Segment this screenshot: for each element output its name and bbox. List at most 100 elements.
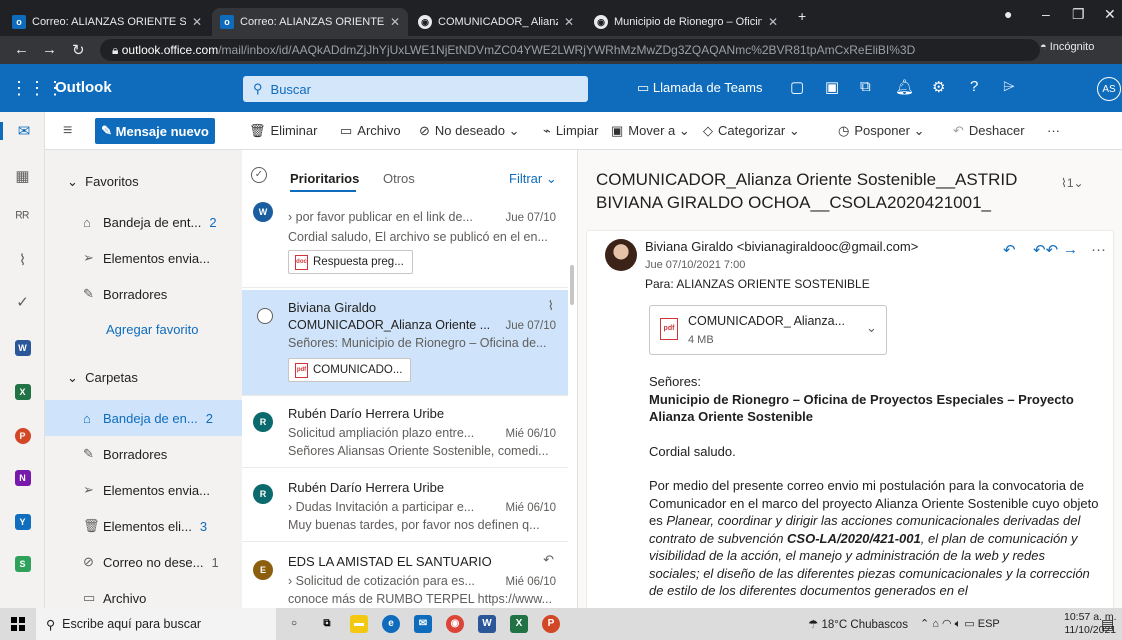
attachment-chip[interactable]: doc Respuesta preg... [288,250,413,274]
mail-icon[interactable]: ✉ [0,122,45,140]
edge-icon[interactable]: e [382,615,400,633]
close-window-icon[interactable]: ✕ [1104,6,1116,23]
gear-icon[interactable]: ⚙ [932,78,945,96]
powerpoint-icon[interactable]: P [0,426,45,444]
notifications-icon[interactable]: ▤ [1101,616,1114,633]
close-tab-icon[interactable]: ✕ [192,15,202,29]
chrome-icon[interactable]: ◉ [446,615,464,633]
reading-pane: COMUNICADOR_Alianza Oriente Sostenible__… [578,150,1122,608]
snooze-button[interactable]: ◷ Posponer ⌄ [838,123,925,139]
categorize-button[interactable]: ◇ Categorizar ⌄ [703,123,800,139]
more-options-icon[interactable]: ··· [1047,123,1060,138]
chevron-down-icon[interactable]: ⌄ [866,320,877,336]
app-brand[interactable]: Outlook [55,79,112,96]
teams-call-button[interactable]: ▭ Llamada de Teams [637,80,763,96]
list-item[interactable]: R Rubén Darío Herrera Uribe › Dudas Invi… [242,470,568,542]
delete-button[interactable]: 🗑︎ Eliminar [249,123,317,139]
avatar[interactable]: AS [1097,77,1121,101]
tab-other[interactable]: Otros [383,171,415,186]
sender-address[interactable]: Biviana Giraldo <bivianagiraldooc@gmail.… [645,239,918,254]
move-to-button[interactable]: ▣ Mover a ⌄ [611,123,690,139]
favorite-drafts[interactable]: ✎ Borradores [45,276,242,312]
attachment-card[interactable]: pdf COMUNICADOR_ Alianza... 4 MB ⌄ [649,305,887,355]
list-item-selected[interactable]: Biviana Giraldo ⌇ COMUNICADOR_Alianza Or… [242,290,568,396]
folder-drafts[interactable]: ✎ Borradores [45,436,242,472]
add-favorite-link[interactable]: Agregar favorito [45,311,242,347]
sweep-button[interactable]: ⌁ Limpiar [543,123,598,139]
more-actions-icon[interactable]: ··· [1091,241,1106,258]
list-item[interactable]: E EDS LA AMISTAD EL SANTUARIO ↶ › Solici… [242,544,568,608]
my-day-icon[interactable]: ▢ [790,78,804,96]
close-tab-icon[interactable]: ✕ [564,15,574,29]
new-tab-icon[interactable]: + [798,8,806,24]
cortana-icon[interactable]: ○ [285,615,303,633]
back-icon[interactable]: ← [14,41,29,58]
sway-icon[interactable]: S [0,554,45,572]
onenote-icon[interactable]: N [0,468,45,486]
system-tray[interactable]: ⌃ ⌂ ◠ 🔈︎ ▭ ESP [920,617,1000,631]
list-item[interactable]: W › por favor publicar en el link de... … [242,190,568,288]
browser-tab[interactable]: ◉ COMUNICADOR_ Alianza Oriente ✕ [410,8,582,36]
search-input[interactable]: ⚲ Buscar [243,76,588,102]
favorites-header[interactable]: ⌄ Favoritos [67,174,139,190]
sender-photo[interactable] [605,239,637,271]
word-icon[interactable]: W [478,615,496,633]
folder-deleted-items[interactable]: 🗑︎ Elementos eli... 3 [45,508,242,544]
incognito-badge[interactable]: ◓ Incógnito [1040,41,1094,53]
profile-icon[interactable]: ● [1004,6,1012,22]
junk-button[interactable]: ⊘ No deseado ⌄ [419,123,520,139]
scrollbar[interactable] [569,190,575,608]
people-icon[interactable]: ᴿᴿ [0,209,45,226]
attachment-files-icon[interactable]: ⌇ [0,251,45,269]
forward-icon[interactable]: → [1063,241,1078,258]
todo-icon[interactable]: ✓ [0,293,45,311]
select-checkbox[interactable] [257,308,273,324]
help-icon[interactable]: ? [970,78,978,95]
select-all-checkbox[interactable]: ✓ [251,167,267,183]
forward-icon[interactable]: → [42,41,57,58]
filter-button[interactable]: Filtrar ⌄ [509,171,557,187]
scrollbar-thumb[interactable] [570,265,574,305]
undo-button[interactable]: ↶ Deshacer [953,123,1025,139]
tab-focused[interactable]: Prioritarios [290,171,359,192]
list-item[interactable]: R Rubén Darío Herrera Uribe Solicitud am… [242,398,568,468]
feedback-icon[interactable]: ⌲ [1003,78,1015,95]
hamburger-menu-icon[interactable]: ≡ [63,122,72,140]
url-field[interactable]: 🔒︎ outlook.office.com/mail/inbox/id/AAQk… [100,39,1040,61]
browser-tab[interactable]: o Correo: ALIANZAS ORIENTE SOS ✕ [4,8,210,36]
bell-icon[interactable]: 🔔︎ [895,78,914,96]
folders-header[interactable]: ⌄ Carpetas [67,370,138,386]
yammer-icon[interactable]: Y [0,512,45,530]
close-tab-icon[interactable]: ✕ [768,15,778,29]
taskbar-search[interactable]: ⚲ Escribe aquí para buscar [36,608,276,640]
powerpoint-icon[interactable]: P [542,615,560,633]
file-explorer-icon[interactable]: ▬ [350,615,368,633]
new-message-button[interactable]: ✎ Mensaje nuevo [95,118,215,144]
mail-app-icon[interactable]: ✉ [414,615,432,633]
minimize-icon[interactable]: – [1042,6,1050,22]
favorite-inbox[interactable]: ⌂ Bandeja de ent... 2 [45,204,242,240]
browser-tab[interactable]: ◉ Municipio de Rionegro – Oficina ✕ [586,8,786,36]
excel-icon[interactable]: X [510,615,528,633]
reload-icon[interactable]: ↻ [72,41,85,59]
attachment-chip[interactable]: pdf COMUNICADO... [288,358,412,382]
weather-widget[interactable]: ☂ 18°C Chubascos [808,617,908,631]
browser-tab-active[interactable]: o Correo: ALIANZAS ORIENTE SOS ✕ [212,8,408,36]
archive-button[interactable]: ▭ Archivo [340,123,401,139]
close-tab-icon[interactable]: ✕ [390,15,400,29]
excel-icon[interactable]: X [0,382,45,400]
whats-new-icon[interactable]: ⧉ [860,78,871,95]
folder-sent-items[interactable]: ➢ Elementos envia... [45,472,242,508]
calendar-icon[interactable]: ▦ [0,167,45,185]
folder-inbox[interactable]: ⌂ Bandeja de en... 2 [45,400,242,436]
attachment-count[interactable]: ⌇1⌄ [1061,176,1084,190]
windows-start-icon[interactable] [11,617,25,631]
reply-icon[interactable]: ↶ [1003,241,1016,259]
onenote-feed-icon[interactable]: ▣ [825,78,839,96]
word-icon[interactable]: W [0,338,45,356]
task-view-icon[interactable]: ⧉ [318,615,336,633]
folder-junk[interactable]: ⊘ Correo no dese... 1 [45,544,242,580]
reply-all-icon[interactable]: ↶↶ [1033,241,1058,259]
restore-icon[interactable]: ❐ [1072,6,1085,23]
favorite-sent-items[interactable]: ➢ Elementos envia... [45,240,242,276]
